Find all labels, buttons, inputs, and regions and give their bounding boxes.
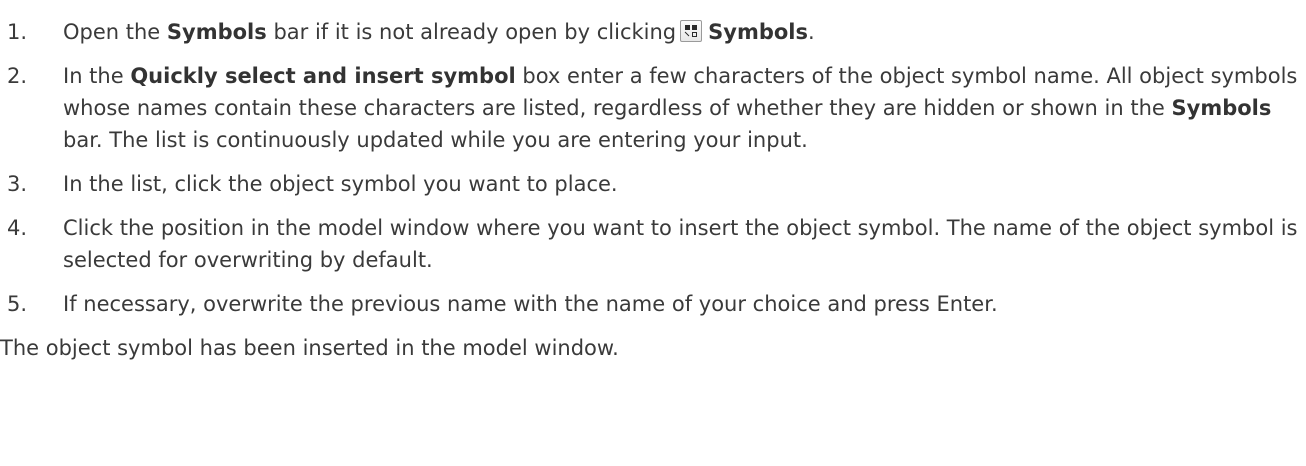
step-text: bar. The list is continuously updated wh… — [63, 128, 808, 152]
step-text: . — [807, 20, 815, 44]
step-text: Open the — [63, 20, 167, 44]
instruction-document: 1. Open the Symbols bar if it is not alr… — [0, 0, 1306, 364]
step-1: 1. Open the Symbols bar if it is not alr… — [0, 16, 1306, 48]
step-5: 5. If necessary, overwrite the previous … — [0, 288, 1306, 320]
result-text: The object symbol has been inserted in t… — [0, 336, 619, 360]
step-4: 4. Click the position in the model windo… — [0, 212, 1306, 276]
ui-term: Symbols — [166, 20, 267, 44]
ui-term: Symbols — [1171, 96, 1272, 120]
step-text: If necessary, overwrite the previous nam… — [63, 292, 998, 316]
step-text: In the — [63, 64, 131, 88]
steps-list: 1. Open the Symbols bar if it is not alr… — [0, 16, 1306, 320]
step-text: bar if it is not already open by clickin… — [266, 20, 677, 44]
step-2: 2. In the Quickly select and insert symb… — [0, 60, 1306, 156]
ui-term: Symbols — [708, 20, 808, 44]
symbols-icon[interactable] — [680, 20, 703, 42]
step-number: 2. — [7, 64, 28, 88]
step-number: 1. — [7, 20, 28, 44]
step-3: 3. In the list, click the object symbol … — [0, 168, 1306, 200]
ui-term: Quickly select and insert symbol — [130, 64, 516, 88]
step-number: 4. — [7, 216, 28, 240]
step-number: 5. — [7, 292, 28, 316]
step-text: In the list, click the object symbol you… — [63, 172, 618, 196]
step-number: 3. — [7, 172, 28, 196]
step-text: Click the position in the model window w… — [63, 216, 1298, 272]
